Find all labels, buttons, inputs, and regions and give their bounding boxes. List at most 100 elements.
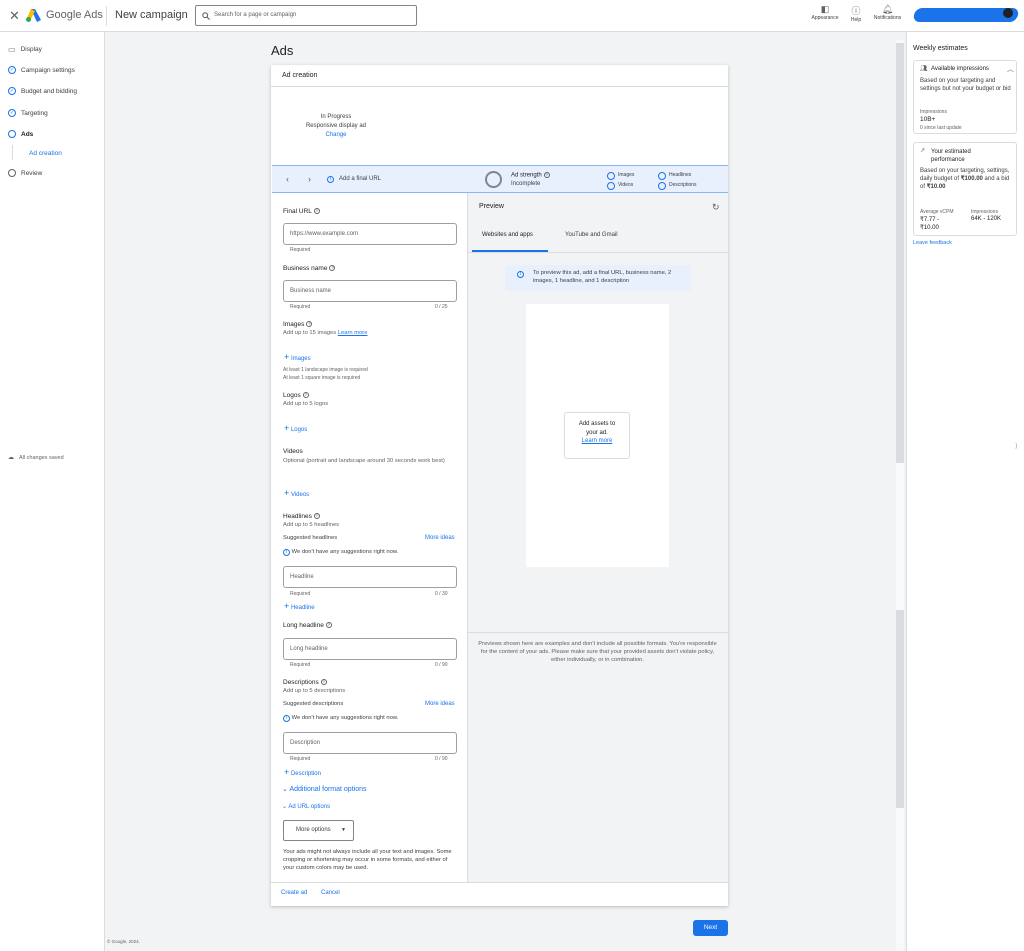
card-title: Ad creation — [282, 72, 318, 79]
scrollbar-thumb[interactable] — [896, 43, 904, 463]
headline-input[interactable]: Headline — [283, 566, 457, 588]
nav-item-budget-bidding[interactable]: ✓ Budget and bidding — [8, 87, 77, 95]
help-icon: ? — [320, 679, 327, 686]
checklist-circle-icon — [658, 182, 666, 190]
performance-title: Your estimated performance — [931, 149, 971, 163]
help-button[interactable]: ⓘ Help — [846, 4, 866, 23]
help-icon: ⓘ — [851, 6, 861, 16]
checklist-images: Images — [618, 172, 635, 178]
more-options-dropdown[interactable]: More options ▼ — [283, 820, 354, 841]
chevron-down-icon: ⌄ — [282, 786, 288, 793]
impressions-value: 10B+ — [920, 116, 936, 123]
search-input[interactable]: Search for a page or campaign — [214, 12, 296, 18]
cloud-saved-icon: ☁ — [8, 455, 14, 461]
char-count: 0 / 25 — [435, 304, 448, 310]
help-icon: ? — [302, 392, 309, 399]
save-status: ☁ All changes saved — [8, 454, 64, 462]
top-bar: ✕ Google Ads New campaign Search for a p… — [0, 0, 1024, 32]
avg-vcpm-value: ₹7.77 - ₹10.00 — [920, 217, 940, 231]
helper-text: Required — [290, 756, 311, 762]
weekly-estimates-title: Weekly estimates — [913, 45, 968, 52]
people-icon: 👥︎ — [920, 66, 928, 72]
check-icon: ✓ — [8, 87, 16, 95]
checklist-videos: Videos — [618, 182, 634, 188]
nav-item-ad-creation[interactable]: Ad creation — [29, 150, 62, 157]
next-button[interactable]: Next — [693, 920, 728, 936]
chevron-up-icon[interactable]: ︿ — [1007, 64, 1014, 74]
page-title: New campaign — [115, 9, 188, 21]
ad-strength-value: Incomplete — [511, 181, 541, 187]
tab-youtube-gmail[interactable]: YouTube and Gmail — [565, 232, 618, 238]
leave-feedback-link[interactable]: Leave feedback — [913, 240, 952, 246]
ad-toolbar: ‹ › i Add a final URL Ad strength? Incom… — [272, 165, 728, 193]
nav-item-ads[interactable]: Ads — [8, 130, 33, 138]
plus-icon: + — [284, 767, 290, 777]
info-icon: i — [283, 715, 290, 722]
info-icon: i — [283, 549, 290, 556]
nav-connector — [12, 145, 13, 160]
ad-url-options[interactable]: ⌄ Ad URL options — [282, 803, 330, 810]
helper-text: Required — [290, 304, 311, 310]
add-description-button[interactable]: + Description — [284, 767, 321, 777]
close-icon[interactable]: ✕ — [9, 8, 20, 24]
learn-more-link[interactable]: Learn more — [338, 330, 368, 336]
headlines-sub: Add up to 5 headlines — [283, 522, 340, 528]
add-headline-button[interactable]: + Headline — [284, 601, 315, 611]
create-ad-button[interactable]: Create ad — [281, 890, 307, 896]
add-images-button[interactable]: + Images — [284, 352, 311, 362]
refresh-icon[interactable]: ↻ — [712, 202, 720, 213]
display-icon: ▭ — [8, 45, 16, 54]
checklist-circle-icon — [607, 172, 615, 180]
suggested-headlines-label: Suggested headlines — [283, 535, 338, 541]
ad-strength-ring-icon — [485, 171, 502, 188]
notifications-button[interactable]: 🔔︎ Notifications — [870, 4, 905, 21]
checklist-circle-icon — [658, 172, 666, 180]
business-name-input[interactable]: Business name — [283, 280, 457, 302]
tab-websites-apps[interactable]: Websites and apps — [482, 232, 533, 238]
descriptions-label: Descriptions? — [283, 679, 327, 686]
description-input[interactable]: Description — [283, 732, 457, 754]
checklist-descriptions: Descriptions — [669, 182, 697, 188]
divider — [467, 252, 728, 253]
no-suggestions-headlines: i We don't have any suggestions right no… — [283, 549, 398, 556]
more-ideas-headlines-link[interactable]: More ideas — [425, 535, 455, 541]
nav-item-review[interactable]: Review — [8, 169, 42, 177]
more-ideas-descriptions-link[interactable]: More ideas — [425, 701, 455, 707]
checklist-headlines: Headlines — [669, 172, 692, 178]
add-logos-button[interactable]: + Logos — [284, 423, 307, 433]
images-label: Images? — [283, 321, 313, 328]
help-icon: ? — [543, 172, 550, 178]
cancel-button[interactable]: Cancel — [321, 890, 340, 896]
product-name: Google Ads — [46, 9, 103, 21]
business-name-label: Business name? — [283, 265, 336, 272]
divider — [271, 882, 728, 883]
plus-icon: + — [284, 601, 290, 611]
help-icon: ? — [306, 321, 313, 328]
nav-item-targeting[interactable]: ✓ Targeting — [8, 109, 48, 117]
search-box[interactable]: Search for a page or campaign — [195, 5, 417, 26]
final-url-input[interactable]: https://www.example.com — [283, 223, 457, 245]
long-headline-input[interactable]: Long headline — [283, 638, 457, 660]
change-link[interactable]: Change — [298, 131, 374, 140]
chevron-left-icon[interactable]: ‹ — [286, 174, 289, 184]
disclaimer-text: Your ads might not always include all yo… — [283, 849, 452, 871]
chevron-right-icon[interactable]: › — [308, 174, 311, 184]
collapse-panel-icon[interactable]: ⟩ — [1015, 442, 1018, 450]
appearance-button[interactable]: ◧ Appearance — [809, 4, 841, 21]
checklist-circle-icon — [607, 182, 615, 190]
help-icon: ? — [329, 265, 336, 272]
preview-footer: Previews shown here are examples and don… — [478, 641, 717, 663]
helper-text: Required — [290, 591, 311, 597]
impressions-card: 👥︎ Available impressions ︿ Based on your… — [913, 60, 1017, 134]
avatar[interactable] — [1003, 8, 1013, 18]
scrollbar-thumb-secondary[interactable] — [896, 610, 904, 808]
nav-item-display[interactable]: ▭ Display — [8, 45, 42, 54]
learn-more-link[interactable]: Learn more — [565, 438, 629, 444]
help-icon: ? — [325, 622, 332, 629]
videos-label: Videos — [283, 448, 303, 455]
plus-icon: + — [284, 423, 290, 433]
add-videos-button[interactable]: + Videos — [284, 488, 309, 498]
additional-format-options[interactable]: ⌄ Additional format options — [282, 785, 366, 793]
plus-icon: + — [284, 352, 290, 362]
nav-item-campaign-settings[interactable]: ✓ Campaign settings — [8, 66, 75, 74]
